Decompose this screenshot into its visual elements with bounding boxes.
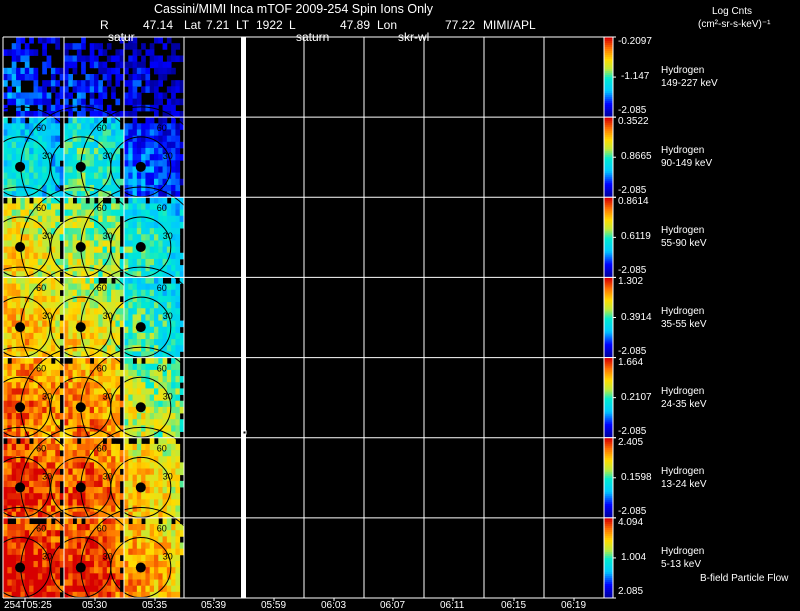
heatmap-frame-0-0	[3, 37, 65, 118]
time-label-0: 254T05:25	[4, 600, 52, 611]
r-value: 47.14	[143, 18, 174, 32]
contour-label-30: 30	[42, 552, 52, 562]
colorbar-mid-1: 0.8665	[621, 151, 652, 162]
spectrogram-plot: 30 60 30 60 30 60 30 60 30 60 30 60 30 60 30 60 30 60 30 60…	[0, 36, 616, 609]
contour-label-30: 30	[163, 471, 173, 481]
time-label-4: 05:59	[261, 600, 287, 611]
colorbar-5	[603, 437, 614, 519]
panel-species-1: Hydrogen	[661, 145, 705, 156]
time-label-9: 06:19	[561, 600, 587, 611]
heatmap-frame-4-2	[124, 357, 185, 439]
colorbar-mid-0: -1.147	[621, 71, 650, 82]
heatmap-frame-3-2	[124, 277, 185, 358]
target-label-saturn: saturn	[296, 30, 330, 44]
target-label-skr: skr-wl	[398, 30, 430, 44]
contour-label-60: 60	[157, 283, 167, 293]
colorbar-mid-2: 0.6119	[621, 231, 651, 242]
colorbar-min-6: 2.085	[618, 586, 644, 597]
colorbar-max-4: 1.664	[618, 357, 644, 368]
panel-species-6: Hydrogen	[661, 546, 705, 557]
contour-label-30: 30	[163, 552, 173, 562]
time-label-8: 06:15	[501, 600, 527, 611]
panel-energy-1: 90-149 keV	[661, 158, 713, 169]
heatmap-frame-1-2	[124, 117, 185, 198]
contour-label-60: 60	[36, 283, 46, 293]
time-label-3: 05:39	[201, 600, 227, 611]
contour-label-30: 30	[42, 471, 52, 481]
contour-label-30: 30	[163, 391, 173, 401]
target-label-satur: satur	[108, 30, 135, 44]
heatmap-frame-2-2	[124, 197, 185, 278]
colorbar-max-0: -0.2097	[618, 36, 652, 47]
time-label-6: 06:07	[380, 600, 406, 611]
colorbar-max-5: 2.405	[618, 437, 644, 448]
colorbar-mid-3: 0.3914	[621, 312, 652, 323]
contour-label-60: 60	[36, 123, 46, 133]
colorbar-3	[603, 276, 614, 359]
contour-label-60: 60	[157, 123, 167, 133]
panel-energy-5: 13-24 keV	[661, 479, 707, 490]
heatmap-frame-0-2	[124, 37, 185, 118]
chart-title: Cassini/MIMI Inca mTOF 2009-254 Spin Ion…	[154, 2, 434, 16]
l-label: L	[289, 18, 296, 32]
heatmap-frame-5-2	[124, 437, 185, 519]
contour-label-60: 60	[157, 363, 167, 373]
panel-energy-0: 149-227 keV	[661, 78, 718, 89]
colorbar-units: (cm²-sr-s-keV)⁻¹	[698, 19, 771, 30]
panel-species-5: Hydrogen	[661, 466, 705, 477]
lt-label: LT	[236, 18, 250, 32]
contour-label-30: 30	[163, 151, 173, 161]
time-label-1: 05:30	[82, 600, 108, 611]
contour-label-60: 60	[157, 203, 167, 213]
lat-value: 7.21	[206, 18, 230, 32]
contour-label-60: 60	[36, 443, 46, 453]
colorbar-max-1: 0.3522	[618, 116, 649, 127]
panel-species-3: Hydrogen	[661, 306, 705, 317]
ref-value: 77.22	[445, 18, 476, 32]
contour-label-30: 30	[163, 311, 173, 321]
contour-label-30: 30	[42, 231, 52, 241]
contour-label-60: 60	[36, 524, 46, 534]
lat-label: Lat	[184, 18, 201, 32]
contour-label-60: 60	[36, 203, 46, 213]
panel-energy-3: 35-55 keV	[661, 319, 707, 330]
colorbar-max-2: 0.8614	[618, 196, 649, 207]
colorbar-mid-5: 0.1598	[621, 472, 652, 483]
lon-value: 47.89	[340, 18, 371, 32]
lt-value: 1922	[256, 18, 283, 32]
contour-label-30: 30	[42, 311, 52, 321]
time-label-2: 05:35	[142, 600, 168, 611]
contour-label-30: 30	[42, 151, 52, 161]
colorbar-6	[603, 517, 614, 599]
source-label: MIMI/APL	[483, 18, 536, 32]
contour-label-60: 60	[157, 524, 167, 534]
contour-label-30: 30	[163, 231, 173, 241]
colorbar-4	[603, 357, 614, 439]
heatmap-frame-6-2	[124, 517, 185, 599]
heatmap-frame-0-1	[64, 37, 125, 118]
colorbar-0	[603, 36, 614, 118]
colorbar-2	[603, 196, 614, 278]
colorbar-max-6: 4.094	[618, 517, 644, 528]
time-label-7: 06:11	[440, 600, 465, 611]
colorbar-mid-4: 0.2107	[621, 392, 652, 403]
colorbar-1	[603, 116, 614, 198]
colorbar-title: Log Cnts	[712, 6, 753, 17]
contour-label-60: 60	[36, 363, 46, 373]
lon-label: Lon	[377, 18, 398, 32]
data-gap-marker	[241, 37, 246, 598]
contour-label-60: 60	[157, 443, 167, 453]
footer-label: B-field Particle Flow	[700, 573, 789, 584]
colorbar-mid-6: 1.004	[621, 552, 647, 563]
panel-species-0: Hydrogen	[661, 65, 705, 76]
colorbar-max-3: 1.302	[618, 276, 644, 287]
panel-species-2: Hydrogen	[661, 225, 705, 236]
panel-energy-6: 5-13 keV	[661, 559, 702, 570]
panel-energy-4: 24-35 keV	[661, 399, 707, 410]
contour-label-30: 30	[42, 391, 52, 401]
panel-energy-2: 55-90 keV	[661, 238, 707, 249]
position-marker	[242, 430, 247, 435]
panel-species-4: Hydrogen	[661, 386, 705, 397]
time-label-5: 06:03	[321, 600, 347, 611]
